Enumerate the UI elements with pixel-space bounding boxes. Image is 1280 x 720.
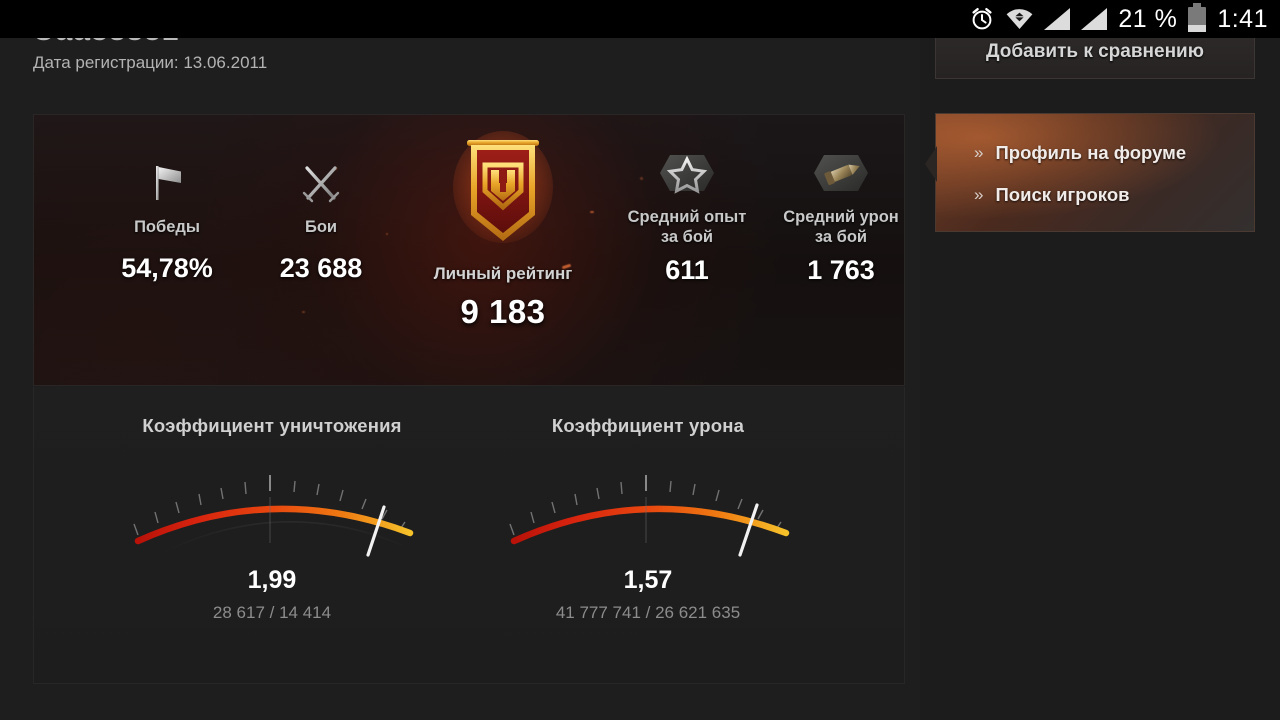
battery-percent: 21 % bbox=[1118, 4, 1178, 33]
gauge-dial bbox=[438, 455, 858, 570]
stat-value: 611 bbox=[665, 255, 709, 285]
summary-stats-card: Победы 54,78% Бои 23 688 Личный рейтинг … bbox=[33, 114, 905, 386]
status-clock: 1:41 bbox=[1217, 4, 1268, 33]
alarm-icon bbox=[972, 7, 992, 30]
link-label: Профиль на форуме bbox=[995, 142, 1187, 163]
gauge-damage-ratio: Коэффициент урона 1,57 41 777 741 / 26 6… bbox=[438, 415, 858, 623]
link-label: Поиск игроков bbox=[995, 184, 1130, 205]
stat-label-line1: Средний опыт bbox=[627, 208, 747, 226]
stat-wins: Победы 54,78% bbox=[82, 155, 252, 284]
android-status-bar: 21 % 1:41 bbox=[0, 0, 1280, 38]
gauge-title: Коэффициент урона bbox=[551, 415, 745, 436]
wot-badge-icon bbox=[418, 129, 588, 260]
main-content: Uaa38851 Дата регистрации: 13.06.2011 bbox=[0, 0, 920, 720]
gauge-dial bbox=[62, 455, 482, 570]
wifi-icon bbox=[1006, 9, 1033, 29]
stat-battles: Бои 23 688 bbox=[236, 155, 406, 284]
star-icon bbox=[602, 145, 772, 201]
add-to-comparison-label: Добавить к сравнению bbox=[986, 40, 1204, 62]
flag-icon bbox=[82, 155, 252, 211]
app-root: Uaa38851 Дата регистрации: 13.06.2011 bbox=[0, 0, 1280, 720]
signal-icon bbox=[1044, 8, 1071, 30]
ratio-gauges-panel: Коэффициент уничтожения 1,99 28 617 / 14… bbox=[33, 387, 905, 684]
stat-label: Бои bbox=[304, 218, 338, 236]
chevron-right-icon: » bbox=[974, 143, 984, 162]
gauge-value: 1,99 bbox=[247, 566, 297, 594]
gauge-value: 1,57 bbox=[623, 566, 673, 594]
stat-value: 1 763 bbox=[807, 255, 875, 285]
link-player-search[interactable]: » Поиск игроков bbox=[974, 184, 1130, 206]
stat-value: 54,78% bbox=[121, 253, 213, 283]
gauge-title: Коэффициент уничтожения bbox=[142, 415, 402, 436]
stat-label: Победы bbox=[134, 218, 200, 236]
stat-average-experience: Средний опыт за бой 611 bbox=[602, 145, 772, 286]
gauge-detail: 41 777 741 / 26 621 635 bbox=[555, 603, 741, 622]
registration-date: Дата регистрации: 13.06.2011 bbox=[33, 53, 268, 72]
quick-links-panel: » Профиль на форуме » Поиск игроков bbox=[925, 113, 1255, 232]
page-scrollbar[interactable] bbox=[1274, 38, 1280, 720]
gauge-detail: 28 617 / 14 414 bbox=[212, 603, 332, 622]
chevron-right-icon: » bbox=[974, 185, 984, 204]
signal-icon bbox=[1081, 8, 1108, 30]
shell-icon bbox=[756, 145, 904, 201]
stat-value: 23 688 bbox=[279, 253, 363, 283]
ember-particle bbox=[590, 211, 594, 213]
stat-average-damage: Средний урон за бой 1 763 bbox=[756, 145, 904, 286]
link-forum-profile[interactable]: » Профиль на форуме bbox=[974, 142, 1186, 164]
rating-value: 9 183 bbox=[460, 293, 546, 330]
swords-icon bbox=[236, 155, 406, 211]
stat-label-line1: Средний урон bbox=[783, 208, 899, 226]
rating-label: Личный рейтинг bbox=[433, 264, 573, 283]
battery-icon bbox=[1188, 2, 1207, 32]
personal-rating: Личный рейтинг 9 183 bbox=[418, 129, 588, 331]
stat-label-line2: за бой bbox=[660, 228, 714, 246]
gauge-kill-ratio: Коэффициент уничтожения 1,99 28 617 / 14… bbox=[62, 415, 482, 623]
stat-label-line2: за бой bbox=[814, 228, 868, 246]
sidebar: Добавить к сравнению » Профиль на форуме… bbox=[920, 0, 1280, 720]
ember-particle bbox=[302, 311, 305, 313]
